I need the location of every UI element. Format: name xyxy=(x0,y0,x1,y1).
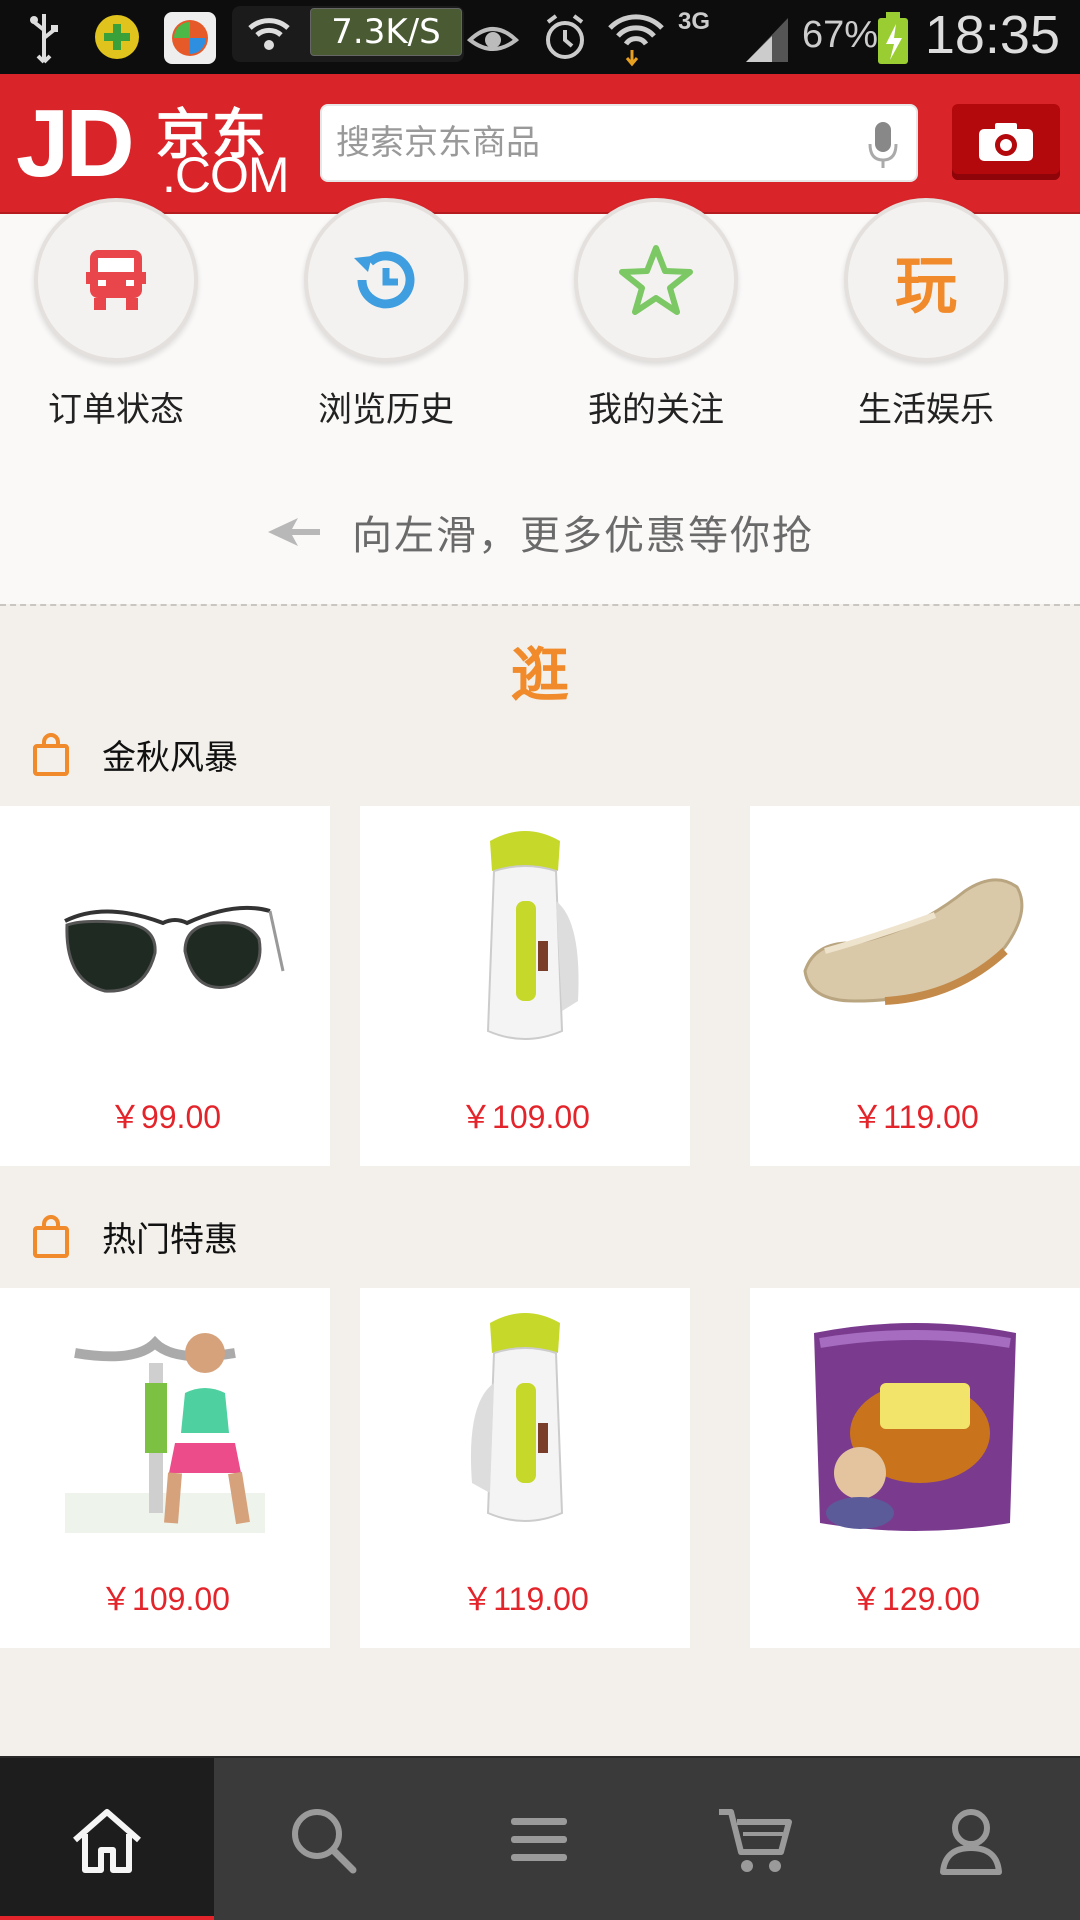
quick-action-label: 订单状态 xyxy=(48,390,184,430)
camera-icon xyxy=(979,123,1033,161)
product-image-sunglasses xyxy=(0,816,330,1066)
status-bar: 7.3K/S 3G 67% 18:35 xyxy=(0,0,1080,74)
cart-icon xyxy=(719,1809,792,1872)
nav-account[interactable] xyxy=(864,1758,1078,1920)
shoe-image xyxy=(803,878,1024,1005)
product-card[interactable]: ￥109.00 xyxy=(360,806,690,1166)
signal-icon xyxy=(746,18,788,62)
network-speed: 7.3K/S xyxy=(310,8,462,56)
fitness-image xyxy=(65,1333,265,1533)
app-notification-icon xyxy=(95,15,139,59)
quick-action-label: 生活娱乐 xyxy=(858,390,994,430)
quick-action-my-favorites[interactable]: 我的关注 xyxy=(540,198,740,434)
product-card[interactable]: ￥129.00 xyxy=(750,1288,1080,1648)
star-icon xyxy=(619,245,693,315)
section-header-hot-deals[interactable]: 热门特惠 xyxy=(0,1206,1080,1282)
section-title: 热门特惠 xyxy=(102,1220,238,1260)
steamer-image xyxy=(486,831,579,1040)
shopping-bag-icon xyxy=(33,1215,69,1258)
section-title: 金秋风暴 xyxy=(102,738,238,778)
history-clock-icon xyxy=(354,251,415,309)
nav-home[interactable] xyxy=(0,1758,214,1920)
search-box[interactable] xyxy=(320,104,918,182)
network-type: 3G xyxy=(678,8,711,35)
product-image-fitness xyxy=(0,1298,330,1548)
home-icon xyxy=(73,1809,141,1873)
battery-charging-icon xyxy=(878,12,908,64)
quick-action-life-entertainment[interactable]: 玩 生活娱乐 xyxy=(810,198,1010,434)
user-icon xyxy=(940,1809,1002,1875)
steamer-image xyxy=(470,1313,564,1522)
product-image-garment-steamer xyxy=(360,816,690,1066)
alarm-icon xyxy=(546,14,584,59)
menu-icon xyxy=(511,1818,567,1861)
arrow-left-icon xyxy=(268,518,320,546)
battery-percent: 67% xyxy=(802,14,879,56)
eye-icon xyxy=(466,27,520,51)
dashed-divider xyxy=(0,604,1080,606)
product-price: ￥99.00 xyxy=(108,1099,222,1135)
wifi-data-icon xyxy=(608,14,664,67)
bottom-navigation xyxy=(0,1756,1080,1920)
nav-cart[interactable] xyxy=(648,1758,862,1920)
jd-logo[interactable]: JD 京东 .COM xyxy=(16,88,292,203)
product-card[interactable]: ￥109.00 xyxy=(0,1288,330,1648)
truck-icon xyxy=(86,250,146,310)
nav-active-indicator xyxy=(0,1916,214,1920)
quick-action-circle: 玩 xyxy=(844,198,1008,362)
search-input[interactable] xyxy=(336,106,856,180)
product-price: ￥119.00 xyxy=(461,1581,589,1617)
quick-action-label: 我的关注 xyxy=(588,390,724,430)
play-char-icon: 玩 xyxy=(894,249,957,322)
wifi-icon xyxy=(248,18,290,50)
camera-search-button[interactable] xyxy=(952,104,1060,180)
logo-com: .COM xyxy=(162,147,290,203)
shopping-bag-icon xyxy=(33,733,69,776)
quick-action-label: 浏览历史 xyxy=(318,390,454,430)
nav-search[interactable] xyxy=(216,1758,430,1920)
quick-action-circle xyxy=(34,198,198,362)
quick-actions-panel: 订单状态 浏览历史 我的关注 玩 生活娱乐 向左滑，更多优惠等你抢 xyxy=(0,198,1080,606)
nav-categories[interactable] xyxy=(432,1758,646,1920)
product-price: ￥129.00 xyxy=(850,1581,980,1617)
product-card[interactable]: ￥119.00 xyxy=(360,1288,690,1648)
app-store-icon xyxy=(164,12,216,64)
clock: 18:35 xyxy=(924,5,1060,65)
product-image-noodles xyxy=(750,1298,1080,1548)
usb-icon xyxy=(30,14,58,64)
swipe-hint: 向左滑，更多优惠等你抢 xyxy=(0,502,1080,562)
product-card[interactable]: ￥119.00 xyxy=(750,806,1080,1166)
quick-action-circle xyxy=(574,198,738,362)
browse-section-title: 逛 xyxy=(510,641,569,709)
noodles-image xyxy=(814,1323,1016,1531)
microphone-icon[interactable] xyxy=(868,120,898,170)
swipe-hint-text: 向左滑，更多优惠等你抢 xyxy=(352,513,814,559)
section-header-golden-autumn[interactable]: 金秋风暴 xyxy=(0,724,1080,800)
product-price: ￥109.00 xyxy=(100,1581,230,1617)
product-image-garment-steamer xyxy=(360,1298,690,1548)
product-image-gold-shoe xyxy=(750,816,1080,1066)
sunglasses-image xyxy=(64,905,285,993)
logo-jd: JD xyxy=(16,90,135,197)
product-price: ￥109.00 xyxy=(460,1099,590,1135)
quick-action-browse-history[interactable]: 浏览历史 xyxy=(270,198,470,434)
product-price: ￥119.00 xyxy=(851,1099,979,1135)
search-icon xyxy=(292,1809,357,1874)
header-bar: JD 京东 .COM xyxy=(0,74,1080,214)
quick-action-circle xyxy=(304,198,468,362)
product-card[interactable]: ￥99.00 xyxy=(0,806,330,1166)
quick-action-order-status[interactable]: 订单状态 xyxy=(0,198,200,434)
